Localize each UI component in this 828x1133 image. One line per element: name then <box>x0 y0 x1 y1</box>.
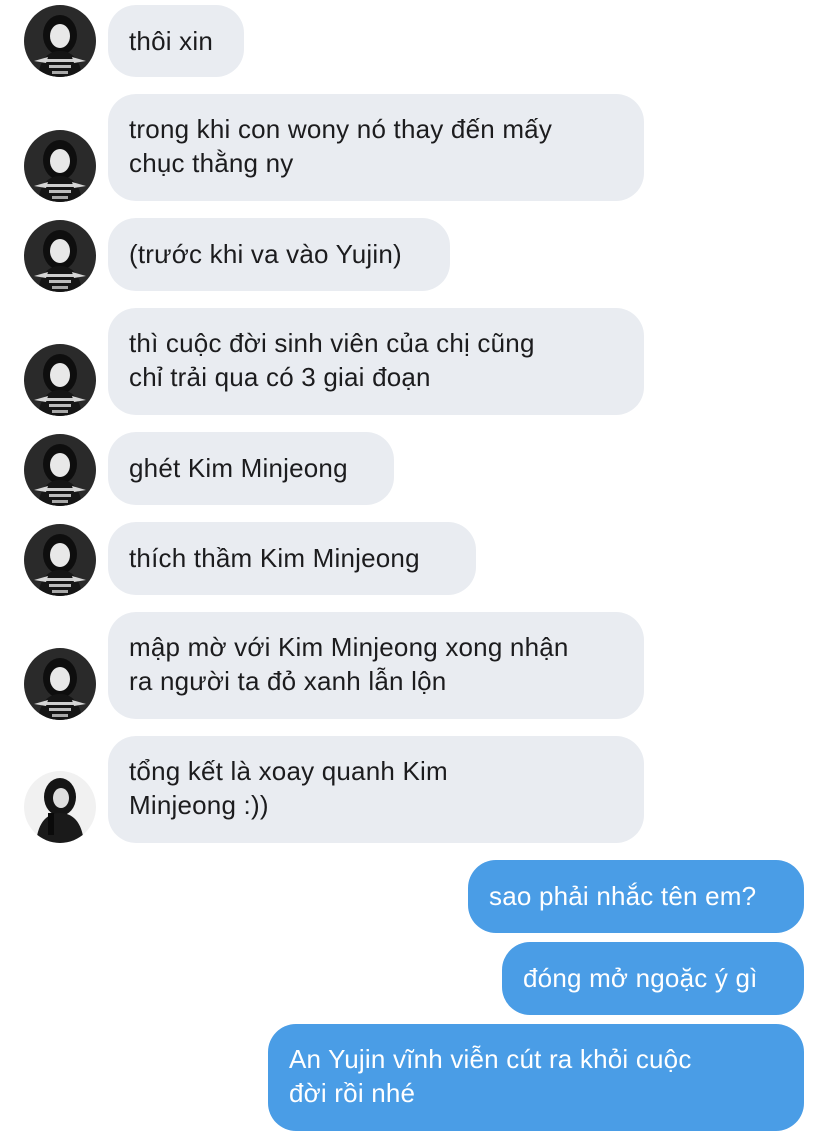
avatar-photo <box>24 434 96 506</box>
incoming-message-bubble[interactable]: thích thầm Kim Minjeong <box>108 522 476 595</box>
message-text: sao phải nhắc tên em? <box>489 881 757 911</box>
message-text: chỉ trải qua có 3 giai đoạn <box>129 362 431 392</box>
message-text: thích thầm Kim Minjeong <box>129 543 420 573</box>
avatar[interactable] <box>24 434 96 506</box>
message-text: đời rồi nhé <box>289 1078 416 1108</box>
message-text: thì cuộc đời sinh viên của chị cũng <box>129 328 535 358</box>
outgoing-message-bubble[interactable]: sao phải nhắc tên em? <box>468 860 804 933</box>
outgoing-message-bubble[interactable]: An Yujin vĩnh viễn cút ra khỏi cuộc đời r… <box>268 1024 804 1131</box>
avatar-photo <box>24 524 96 596</box>
avatar[interactable] <box>24 5 96 77</box>
avatar-photo <box>24 344 96 416</box>
outgoing-message-bubble[interactable]: đóng mở ngoặc ý gì <box>502 942 804 1015</box>
avatar-photo <box>24 130 96 202</box>
message-text: ra người ta đỏ xanh lẫn lộn <box>129 666 447 696</box>
incoming-message-bubble[interactable]: (trước khi va vào Yujin) <box>108 218 450 291</box>
avatar-photo <box>24 648 96 720</box>
incoming-message-bubble[interactable]: ghét Kim Minjeong <box>108 432 394 505</box>
avatar[interactable] <box>24 220 96 292</box>
avatar[interactable] <box>24 648 96 720</box>
incoming-message-bubble[interactable]: tổng kết là xoay quanh Kim Minjeong :)) <box>108 736 644 843</box>
message-text: (trước khi va vào Yujin) <box>129 239 402 269</box>
message-text: thôi xin <box>129 26 213 56</box>
message-text: tổng kết là xoay quanh Kim <box>129 756 448 786</box>
incoming-message-bubble[interactable]: trong khi con wony nó thay đến mấy chục t… <box>108 94 644 201</box>
message-text: An Yujin vĩnh viễn cút ra khỏi cuộc <box>289 1044 692 1074</box>
incoming-message-bubble[interactable]: thôi xin <box>108 5 244 77</box>
message-text: trong khi con wony nó thay đến mấy <box>129 114 553 144</box>
avatar-photo <box>24 771 96 843</box>
message-text: đóng mở ngoặc ý gì <box>523 963 758 993</box>
avatar-photo <box>24 220 96 292</box>
message-text: chục thằng ny <box>129 148 294 178</box>
avatar[interactable] <box>24 344 96 416</box>
avatar-photo <box>24 5 96 77</box>
chat-screen: { "messages": [ {"sender": "them", "avat… <box>0 0 828 1133</box>
avatar[interactable] <box>24 524 96 596</box>
avatar[interactable] <box>24 130 96 202</box>
incoming-message-bubble[interactable]: thì cuộc đời sinh viên của chị cũng chỉ t… <box>108 308 644 415</box>
message-text: Minjeong :)) <box>129 790 269 820</box>
message-text: mập mờ với Kim Minjeong xong nhận <box>129 632 569 662</box>
avatar[interactable] <box>24 771 96 843</box>
incoming-message-bubble[interactable]: mập mờ với Kim Minjeong xong nhận ra ngườ… <box>108 612 644 719</box>
message-text: ghét Kim Minjeong <box>129 453 348 483</box>
